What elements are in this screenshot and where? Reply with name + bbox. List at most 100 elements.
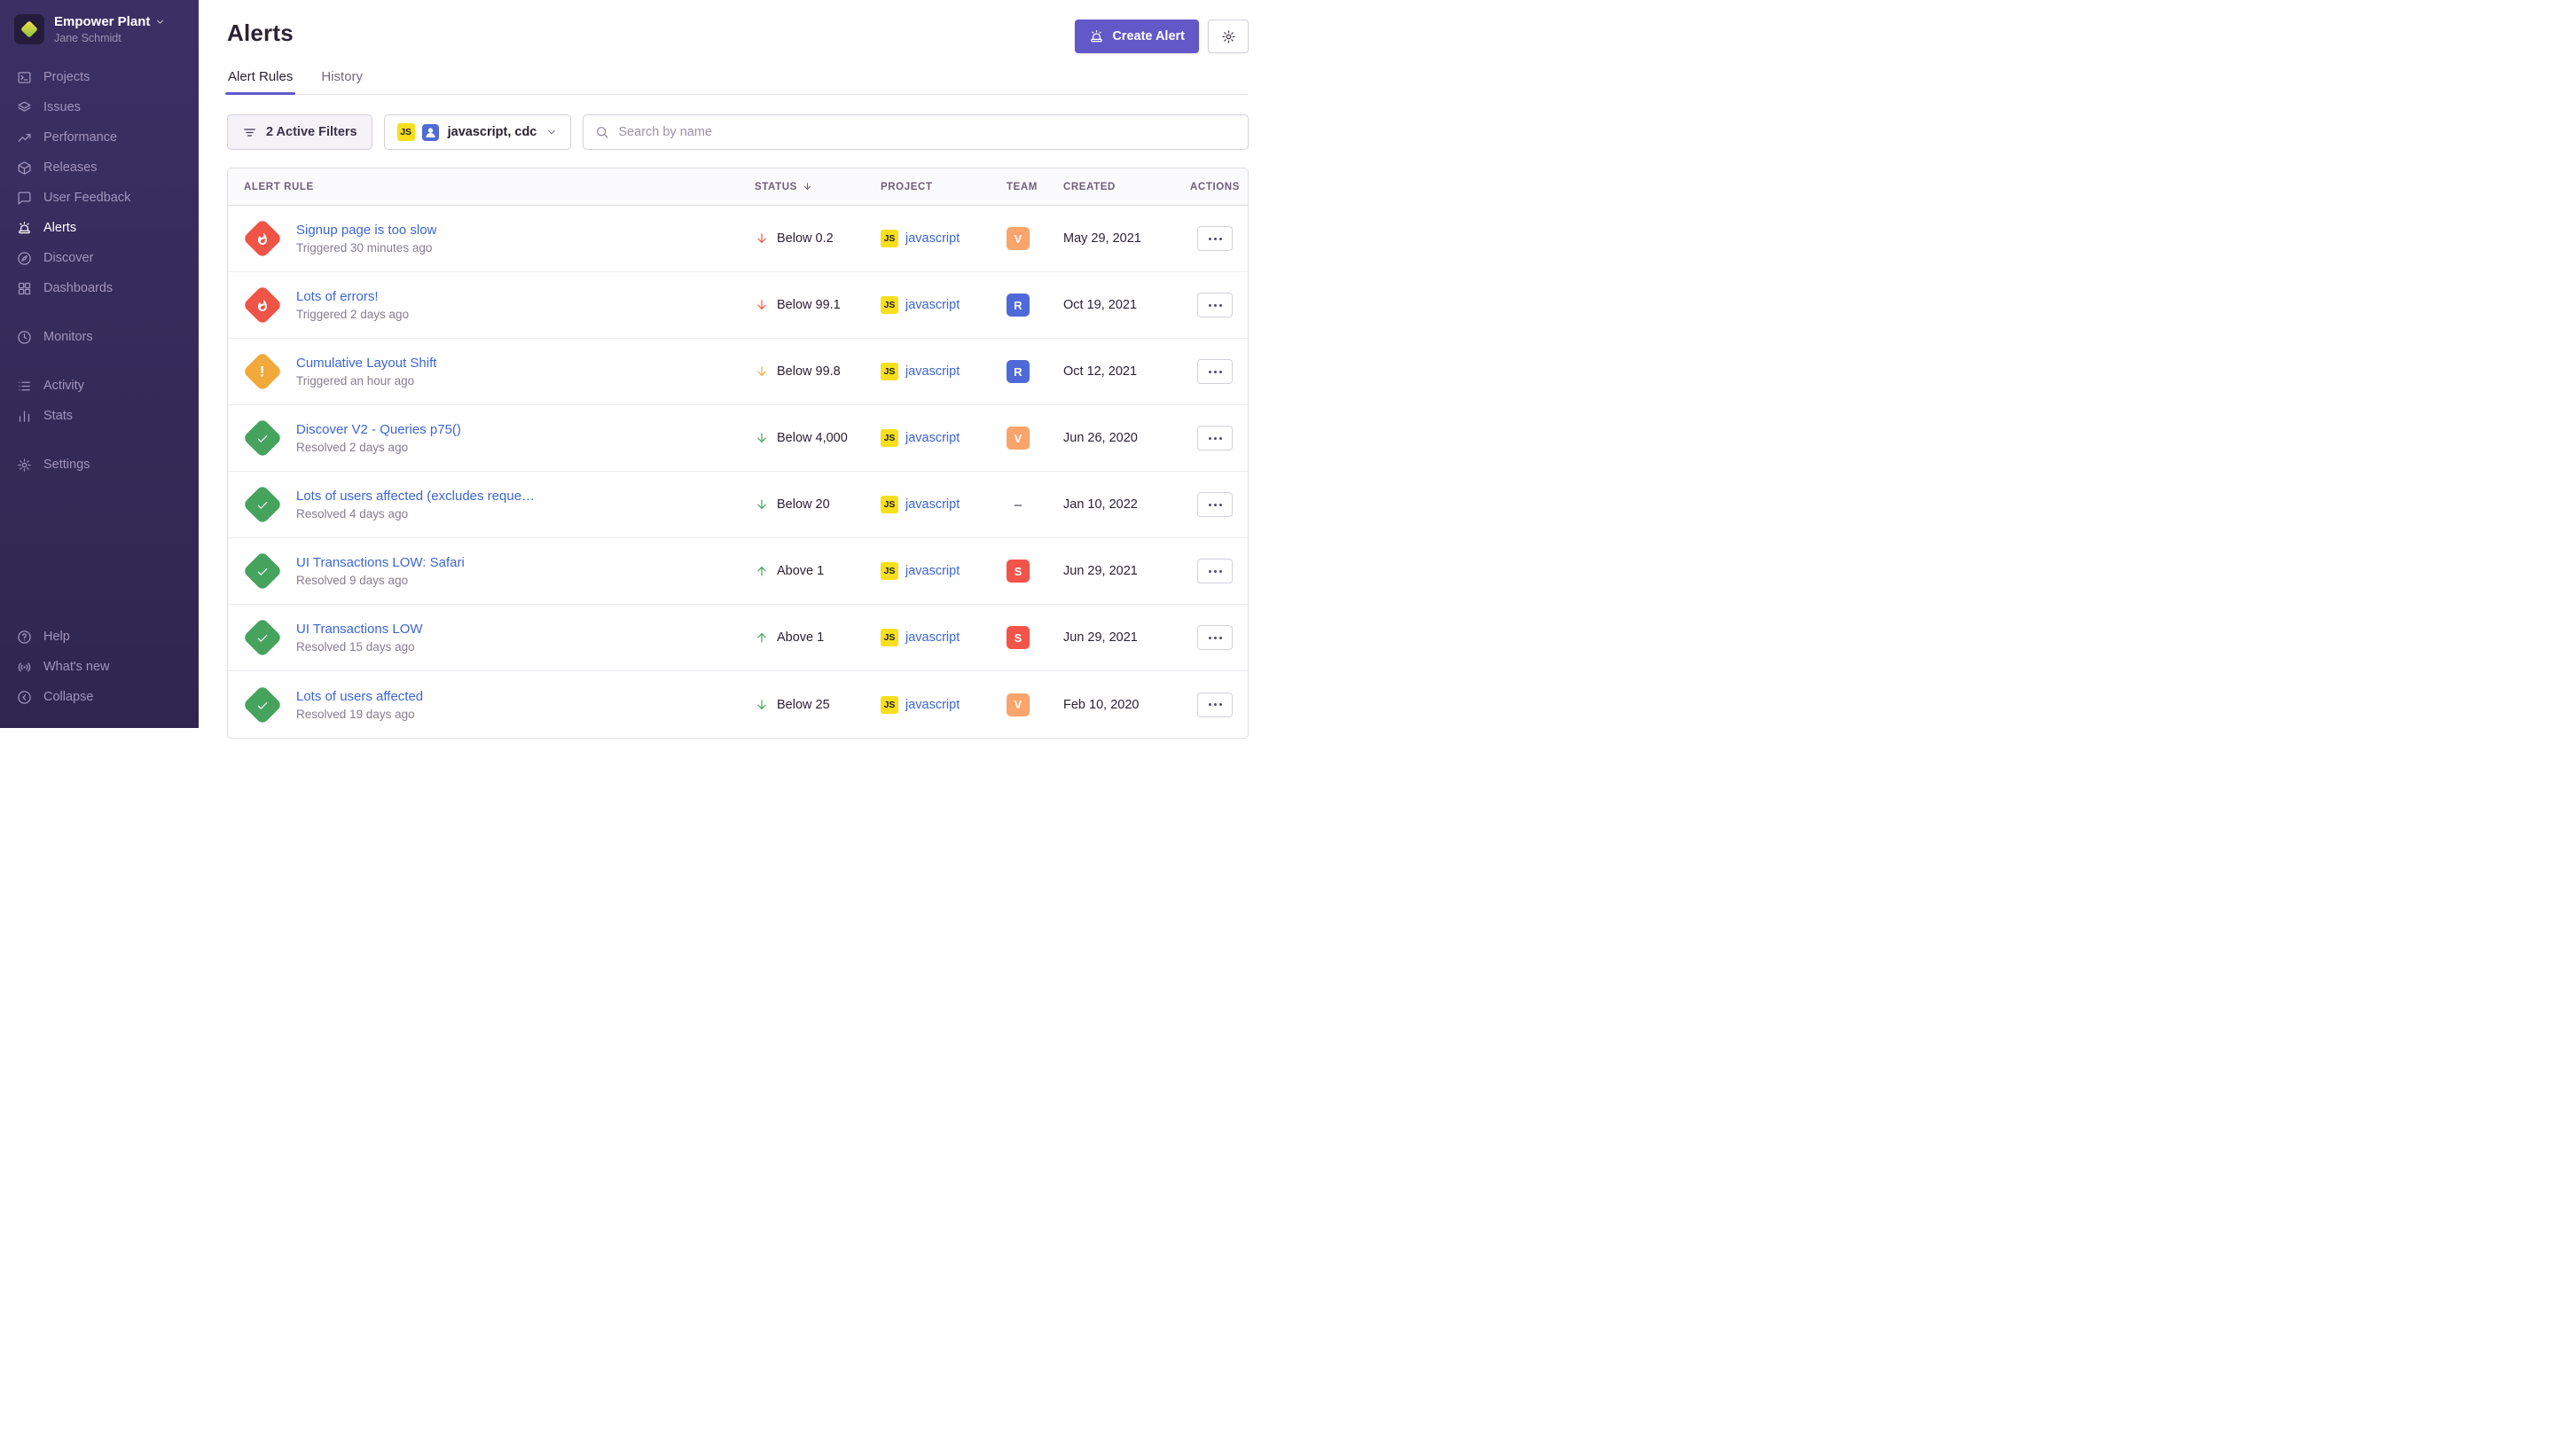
- created-date: Jan 10, 2022: [1063, 497, 1182, 512]
- sidebar-item-activity[interactable]: Activity: [0, 371, 199, 401]
- sidebar-item-stats[interactable]: Stats: [0, 401, 199, 431]
- alert-rule-link[interactable]: UI Transactions LOW: Safari: [296, 555, 465, 570]
- project-link[interactable]: javascript: [905, 497, 960, 512]
- row-actions-button[interactable]: [1197, 693, 1233, 717]
- row-actions-button[interactable]: [1197, 625, 1233, 650]
- sort-desc-icon: [802, 181, 813, 192]
- filter-icon: [242, 125, 257, 140]
- row-actions-button[interactable]: [1197, 226, 1233, 251]
- created-date: Jun 29, 2021: [1063, 564, 1182, 578]
- sidebar-item-projects[interactable]: Projects: [0, 62, 199, 92]
- sidebar-item-alerts[interactable]: Alerts: [0, 213, 199, 243]
- table-row: Discover V2 - Queries p75() Resolved 2 d…: [228, 405, 1248, 472]
- create-alert-button[interactable]: Create Alert: [1075, 20, 1199, 53]
- sidebar-item-label: What's new: [43, 660, 110, 674]
- status-value: Below 0.2: [777, 231, 834, 246]
- javascript-platform-icon: JS: [881, 429, 898, 447]
- table-row: UI Transactions LOW: Safari Resolved 9 d…: [228, 538, 1248, 605]
- search-box: [583, 114, 1249, 150]
- sidebar-item-label: Performance: [43, 130, 117, 145]
- sidebar-nav: Projects Issues Performance Releases Use…: [0, 62, 199, 480]
- alert-rule-link[interactable]: Cumulative Layout Shift: [296, 356, 436, 371]
- ellipsis-icon: [1209, 304, 1222, 307]
- sidebar-item-label: Help: [43, 630, 70, 644]
- check-icon: [256, 498, 270, 512]
- row-actions-button[interactable]: [1197, 559, 1233, 583]
- created-date: Oct 19, 2021: [1063, 298, 1182, 312]
- team-avatar: V: [1007, 693, 1030, 716]
- row-actions-button[interactable]: [1197, 426, 1233, 450]
- settings-icon: [16, 457, 32, 473]
- project-link[interactable]: javascript: [905, 698, 960, 712]
- sidebar-item-label: Discover: [43, 251, 93, 265]
- row-actions-button[interactable]: [1197, 492, 1233, 517]
- sidebar-item-label: Collapse: [43, 690, 93, 704]
- ellipsis-icon: [1209, 570, 1222, 573]
- javascript-platform-icon: JS: [881, 696, 898, 714]
- check-icon: [256, 565, 270, 578]
- tab-history[interactable]: History: [320, 69, 364, 94]
- active-filters-button[interactable]: 2 Active Filters: [227, 114, 372, 150]
- sidebar-item-collapse[interactable]: Collapse: [0, 682, 199, 712]
- issues-icon: [16, 99, 32, 115]
- filter-bar: 2 Active Filters JS javascript, cdc: [227, 114, 1249, 150]
- alert-rule-link[interactable]: Discover V2 - Queries p75(): [296, 422, 461, 437]
- created-date: Feb 10, 2020: [1063, 698, 1182, 712]
- alert-rule-link[interactable]: UI Transactions LOW: [296, 622, 423, 637]
- sidebar-item-label: Projects: [43, 70, 90, 84]
- status-value: Below 4,000: [777, 431, 848, 445]
- help-icon: [16, 629, 32, 645]
- arrow-up-icon: [755, 630, 769, 645]
- status-value: Below 25: [777, 698, 830, 712]
- team-avatar: –: [1007, 493, 1030, 516]
- table-row: Lots of users affected Resolved 19 days …: [228, 671, 1248, 738]
- sidebar-item-help[interactable]: Help: [0, 622, 199, 652]
- alert-rule-link[interactable]: Lots of users affected: [296, 689, 423, 704]
- flame-icon: [256, 299, 270, 312]
- arrow-down-icon: [755, 364, 769, 379]
- alert-rules-table: Alert Rule Status Project Team Created A…: [227, 168, 1249, 739]
- alert-rule-link[interactable]: Lots of errors!: [296, 289, 409, 304]
- alert-rule-link[interactable]: Lots of users affected (excludes reque…: [296, 489, 535, 504]
- project-link[interactable]: javascript: [905, 231, 960, 246]
- project-filter-dropdown[interactable]: JS javascript, cdc: [384, 114, 572, 150]
- column-team: Team: [1007, 182, 1063, 192]
- table-body: Signup page is too slow Triggered 30 min…: [228, 206, 1248, 738]
- alert-settings-button[interactable]: [1208, 20, 1249, 53]
- column-project: Project: [881, 182, 1007, 192]
- page-header: Alerts Create Alert: [227, 20, 1249, 53]
- project-link[interactable]: javascript: [905, 298, 960, 312]
- status-value: Above 1: [777, 630, 824, 645]
- sidebar-footer: Help What's new Collapse: [0, 622, 199, 717]
- alert-status-badge: [242, 617, 282, 657]
- team-avatar: S: [1007, 626, 1030, 649]
- project-link[interactable]: javascript: [905, 431, 960, 445]
- sidebar-item-discover[interactable]: Discover: [0, 243, 199, 273]
- project-link[interactable]: javascript: [905, 630, 960, 645]
- project-link[interactable]: javascript: [905, 564, 960, 578]
- chevron-down-icon: [545, 126, 558, 138]
- arrow-down-icon: [755, 497, 769, 512]
- sidebar-item-monitors[interactable]: Monitors: [0, 322, 199, 352]
- sidebar-item-dashboards[interactable]: Dashboards: [0, 273, 199, 303]
- javascript-platform-icon: JS: [397, 123, 415, 141]
- row-actions-button[interactable]: [1197, 293, 1233, 317]
- tab-alert-rules[interactable]: Alert Rules: [227, 69, 294, 94]
- sidebar-item-releases[interactable]: Releases: [0, 153, 199, 183]
- alert-status-badge: [242, 484, 282, 524]
- search-input[interactable]: [618, 125, 1236, 139]
- javascript-platform-icon: JS: [881, 629, 898, 646]
- sidebar-item-settings[interactable]: Settings: [0, 450, 199, 480]
- project-link[interactable]: javascript: [905, 364, 960, 379]
- column-status[interactable]: Status: [755, 181, 881, 192]
- sidebar-item-performance[interactable]: Performance: [0, 122, 199, 153]
- sidebar-item-user-feedback[interactable]: User Feedback: [0, 183, 199, 213]
- alert-status-badge: [242, 685, 282, 724]
- org-switcher[interactable]: Empower Plant Jane Schmidt: [0, 14, 199, 44]
- column-status-label: Status: [755, 182, 797, 192]
- javascript-platform-icon: JS: [881, 496, 898, 513]
- sidebar-item-issues[interactable]: Issues: [0, 92, 199, 122]
- sidebar-item-whats-new[interactable]: What's new: [0, 652, 199, 682]
- row-actions-button[interactable]: [1197, 359, 1233, 384]
- alert-rule-link[interactable]: Signup page is too slow: [296, 223, 436, 238]
